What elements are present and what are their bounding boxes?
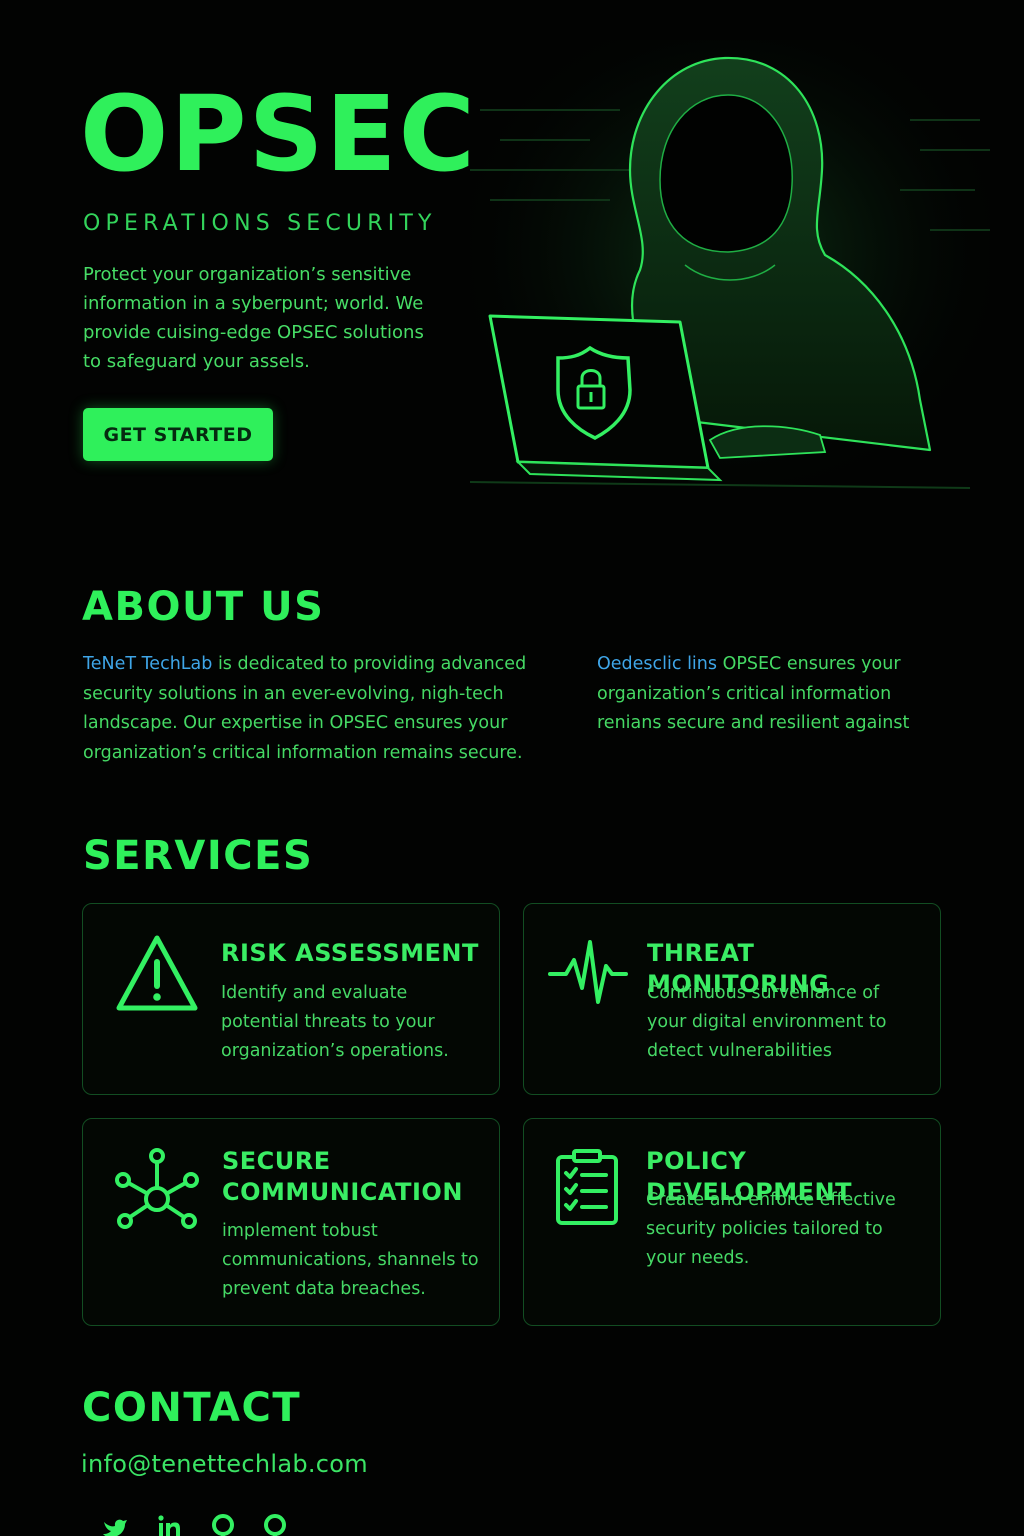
- github-icon[interactable]: [260, 1512, 290, 1536]
- hero-description: Protect your organization’s sensitive in…: [83, 264, 424, 372]
- warning-triangle-icon: [116, 935, 198, 1011]
- about-column-2: Oedesclic lins OPSEC ensures your organi…: [597, 650, 957, 739]
- service-description: Identify and evaluate potential threats …: [221, 983, 449, 1061]
- service-description: Continuous surveillance of your digital …: [647, 983, 887, 1061]
- network-hub-icon: [115, 1148, 199, 1229]
- get-started-button[interactable]: GET STARTED: [83, 408, 273, 461]
- twitter-bird-icon[interactable]: [100, 1512, 130, 1536]
- hero-title: OPSEC: [80, 73, 477, 195]
- contact-heading: CONTACT: [82, 1385, 302, 1431]
- service-title: RISK ASSESSMENT: [221, 939, 479, 967]
- heartbeat-pulse-icon: [548, 940, 628, 1004]
- service-card-policy-development[interactable]: POLICY DEVELOPMENT Create and enforce ef…: [523, 1118, 941, 1326]
- clipboard-checklist-icon: [556, 1149, 618, 1225]
- hooded-hacker-illustration: [470, 40, 990, 510]
- linkedin-icon[interactable]: [154, 1512, 184, 1536]
- github-icon[interactable]: [208, 1512, 238, 1536]
- service-title: SECURE COMMUNICATION: [222, 1147, 463, 1206]
- about-column-1: TeNeT TechLab is dedicated to providing …: [83, 650, 533, 768]
- service-description: implement tobust communications, shannel…: [222, 1221, 479, 1299]
- contact-email-link[interactable]: info@tenettechlab.com: [81, 1450, 368, 1478]
- service-description: Create and enforce effective security po…: [646, 1190, 896, 1268]
- services-heading: SERVICES: [83, 833, 314, 879]
- about-column-2-link[interactable]: Oedesclic lins: [597, 654, 717, 674]
- hero-subtitle: OPERATIONS SECURITY: [83, 211, 437, 236]
- service-card-risk-assessment[interactable]: RISK ASSESSMENT Identify and evaluate po…: [82, 903, 500, 1095]
- service-card-secure-communication[interactable]: SECURE COMMUNICATION implement tobust co…: [82, 1118, 500, 1326]
- about-heading: ABOUT US: [82, 584, 325, 630]
- service-card-threat-monitoring[interactable]: THREAT MONITORING Continuous surveillanc…: [523, 903, 941, 1095]
- company-name-link[interactable]: TeNeT TechLab: [83, 654, 212, 674]
